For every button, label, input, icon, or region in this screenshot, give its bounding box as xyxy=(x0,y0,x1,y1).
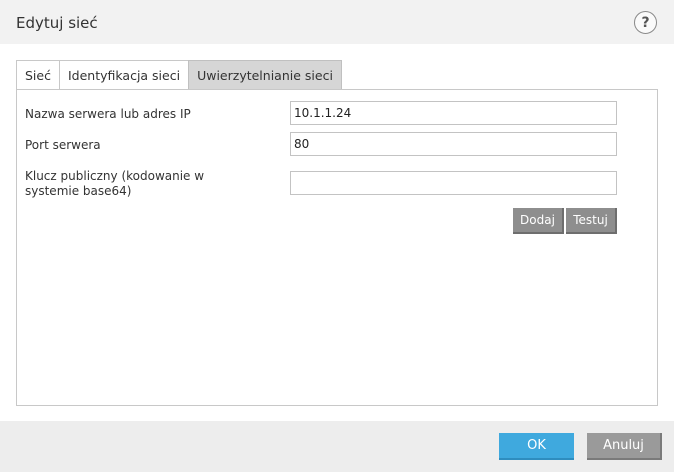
help-icon[interactable]: ? xyxy=(634,11,657,34)
tab-network-authentication[interactable]: Uwierzytelnianie sieci xyxy=(188,60,342,90)
dialog-footer: OK Anuluj xyxy=(0,421,674,472)
server-name-input[interactable] xyxy=(290,101,617,125)
authentication-panel: Nazwa serwera lub adres IP Port serwera … xyxy=(16,89,658,406)
server-port-input[interactable] xyxy=(290,132,617,156)
cancel-button[interactable]: Anuluj xyxy=(587,433,662,460)
ok-button[interactable]: OK xyxy=(499,433,574,460)
tab-network-identification[interactable]: Identyfikacja sieci xyxy=(58,60,190,90)
public-key-input[interactable] xyxy=(290,171,617,195)
server-name-label: Nazwa serwera lub adres IP xyxy=(25,107,191,121)
server-port-label: Port serwera xyxy=(25,138,101,152)
public-key-label: Klucz publiczny (kodowanie w systemie ba… xyxy=(25,169,205,198)
edit-network-dialog: Edytuj sieć ? Sieć Identyfikacja sieci U… xyxy=(0,0,674,472)
dialog-content: Sieć Identyfikacja sieci Uwierzytelniani… xyxy=(0,44,674,421)
test-button[interactable]: Testuj xyxy=(566,208,617,234)
tab-bar: Sieć Identyfikacja sieci Uwierzytelniani… xyxy=(16,60,342,90)
tab-network[interactable]: Sieć xyxy=(16,60,60,90)
dialog-title: Edytuj sieć xyxy=(16,14,98,32)
add-button[interactable]: Dodaj xyxy=(513,208,564,234)
title-bar: Edytuj sieć ? xyxy=(0,0,674,44)
